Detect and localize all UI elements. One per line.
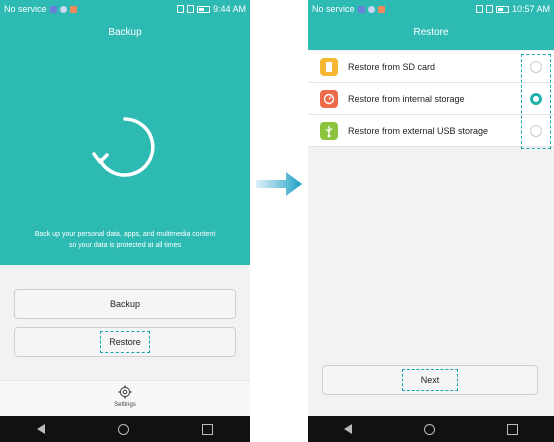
restore-highlight: Restore — [100, 331, 150, 353]
restore-option-internal-storage[interactable]: Restore from internal storage — [308, 83, 554, 115]
backup-description: Back up your personal data, apps, and mu… — [10, 229, 240, 251]
backup-button[interactable]: Backup — [14, 289, 236, 319]
backup-description-line-2: so your data is protected at all times — [68, 242, 182, 249]
usb-icon — [320, 122, 338, 140]
sync-icon — [92, 117, 155, 177]
settings-label: Settings — [114, 402, 136, 408]
restore-screen: Restore No service 10:57 AM Restore from… — [308, 0, 554, 442]
recents-icon[interactable] — [507, 423, 518, 435]
sim-icon — [485, 5, 493, 13]
nfc-icon — [475, 5, 483, 13]
restore-title: Restore — [413, 27, 449, 38]
sim-icon — [186, 5, 194, 13]
app-notification-icon — [377, 5, 385, 13]
arrow-right-icon — [256, 172, 302, 196]
radio-highlight — [521, 54, 551, 149]
backup-screen: Backup Back up your personal data, apps,… — [0, 0, 250, 442]
backup-header-panel: Backup Back up your personal data, apps,… — [0, 0, 250, 265]
battery-icon — [495, 5, 509, 13]
carrier-label: No service — [4, 4, 47, 14]
navigation-bar — [0, 416, 250, 442]
settings-button[interactable]: Settings — [105, 385, 145, 408]
gear-icon — [118, 385, 132, 399]
nfc-icon — [176, 5, 184, 13]
option-label: Restore from SD card — [348, 62, 436, 72]
notification-icon — [49, 5, 57, 13]
carrier-label: No service — [312, 4, 355, 14]
restore-option-usb-storage[interactable]: Restore from external USB storage — [308, 115, 554, 147]
clock: 10:57 AM — [511, 4, 550, 14]
settings-bar: Settings — [0, 380, 250, 417]
clock: 9:44 AM — [212, 4, 246, 14]
option-label: Restore from external USB storage — [348, 126, 489, 136]
status-bar: No service 10:57 AM — [308, 0, 554, 18]
back-icon[interactable] — [36, 424, 45, 434]
usb-notification-icon — [59, 5, 67, 13]
battery-icon — [196, 5, 210, 13]
restore-button-label: Restore — [109, 337, 141, 347]
status-bar: No service 9:44 AM — [0, 0, 250, 18]
backup-title: Backup — [108, 27, 142, 38]
app-notification-icon — [69, 5, 77, 13]
notification-icon — [357, 5, 365, 13]
navigation-bar — [308, 416, 554, 442]
home-icon[interactable] — [117, 423, 129, 435]
restore-option-sd-card[interactable]: Restore from SD card — [308, 51, 554, 83]
sd-card-icon — [320, 58, 338, 76]
next-button[interactable]: Next — [322, 365, 538, 395]
recents-icon[interactable] — [202, 423, 214, 435]
restore-button[interactable]: Restore — [14, 327, 236, 357]
option-label: Restore from internal storage — [348, 94, 465, 104]
storage-icon — [320, 90, 338, 108]
next-highlight: Next — [401, 369, 459, 391]
next-button-label: Next — [420, 375, 440, 385]
backup-description-line-1: Back up your personal data, apps, and mu… — [34, 231, 216, 238]
home-icon[interactable] — [424, 423, 435, 435]
usb-notification-icon — [367, 5, 375, 13]
back-icon[interactable] — [344, 424, 352, 434]
